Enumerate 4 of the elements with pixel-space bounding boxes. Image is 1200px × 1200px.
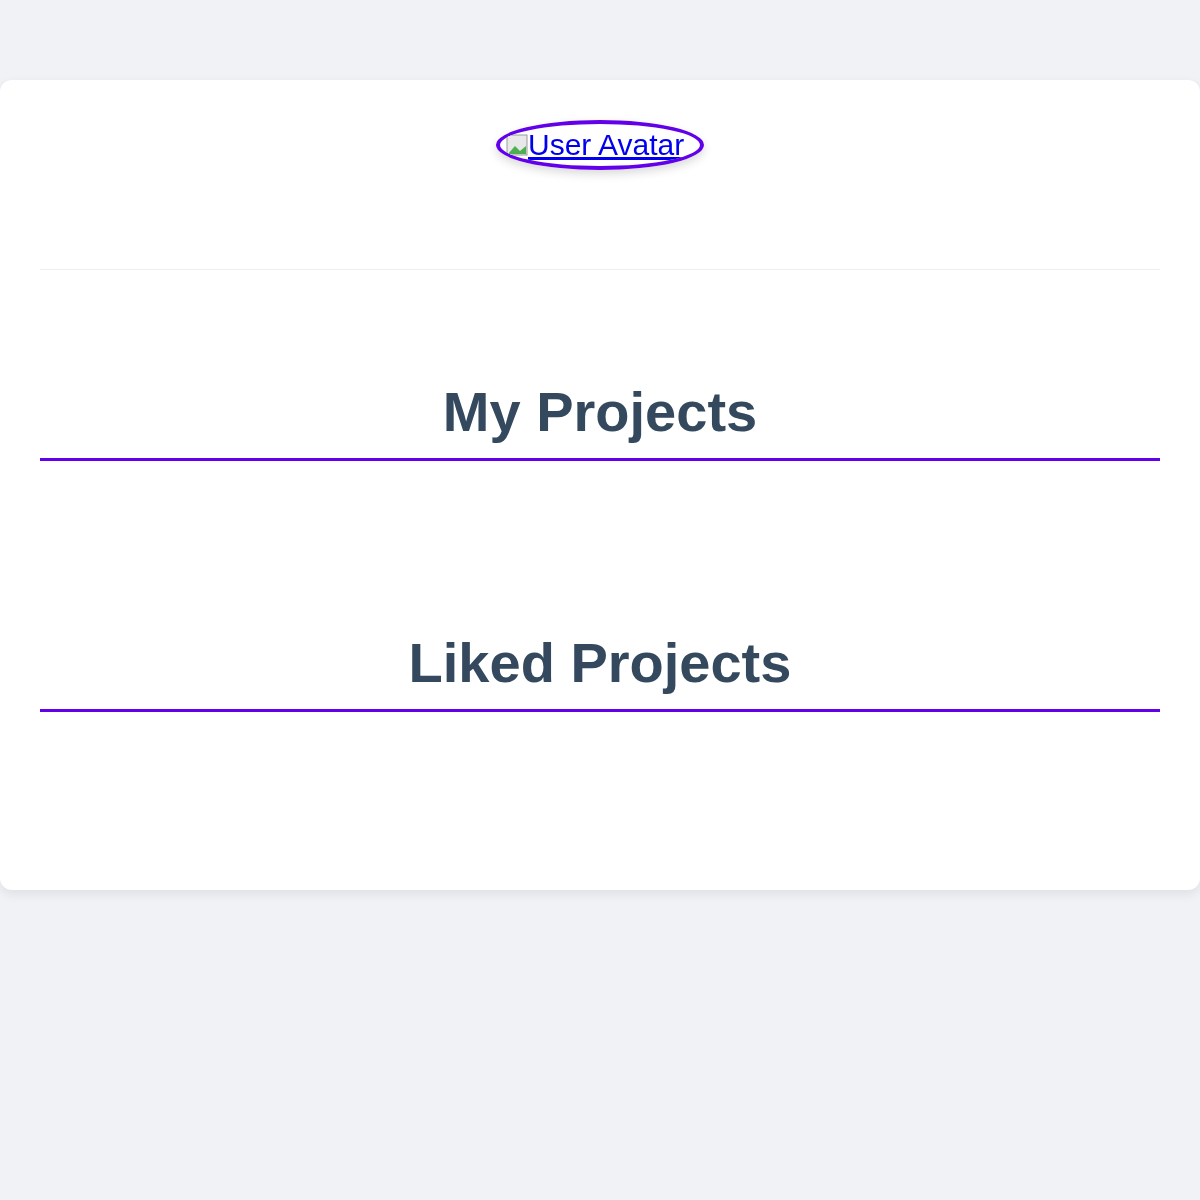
broken-image-icon [506,134,528,156]
section-heading: My Projects [40,380,1160,461]
user-avatar[interactable]: User Avatar [496,120,704,170]
section-heading: Liked Projects [40,631,1160,712]
